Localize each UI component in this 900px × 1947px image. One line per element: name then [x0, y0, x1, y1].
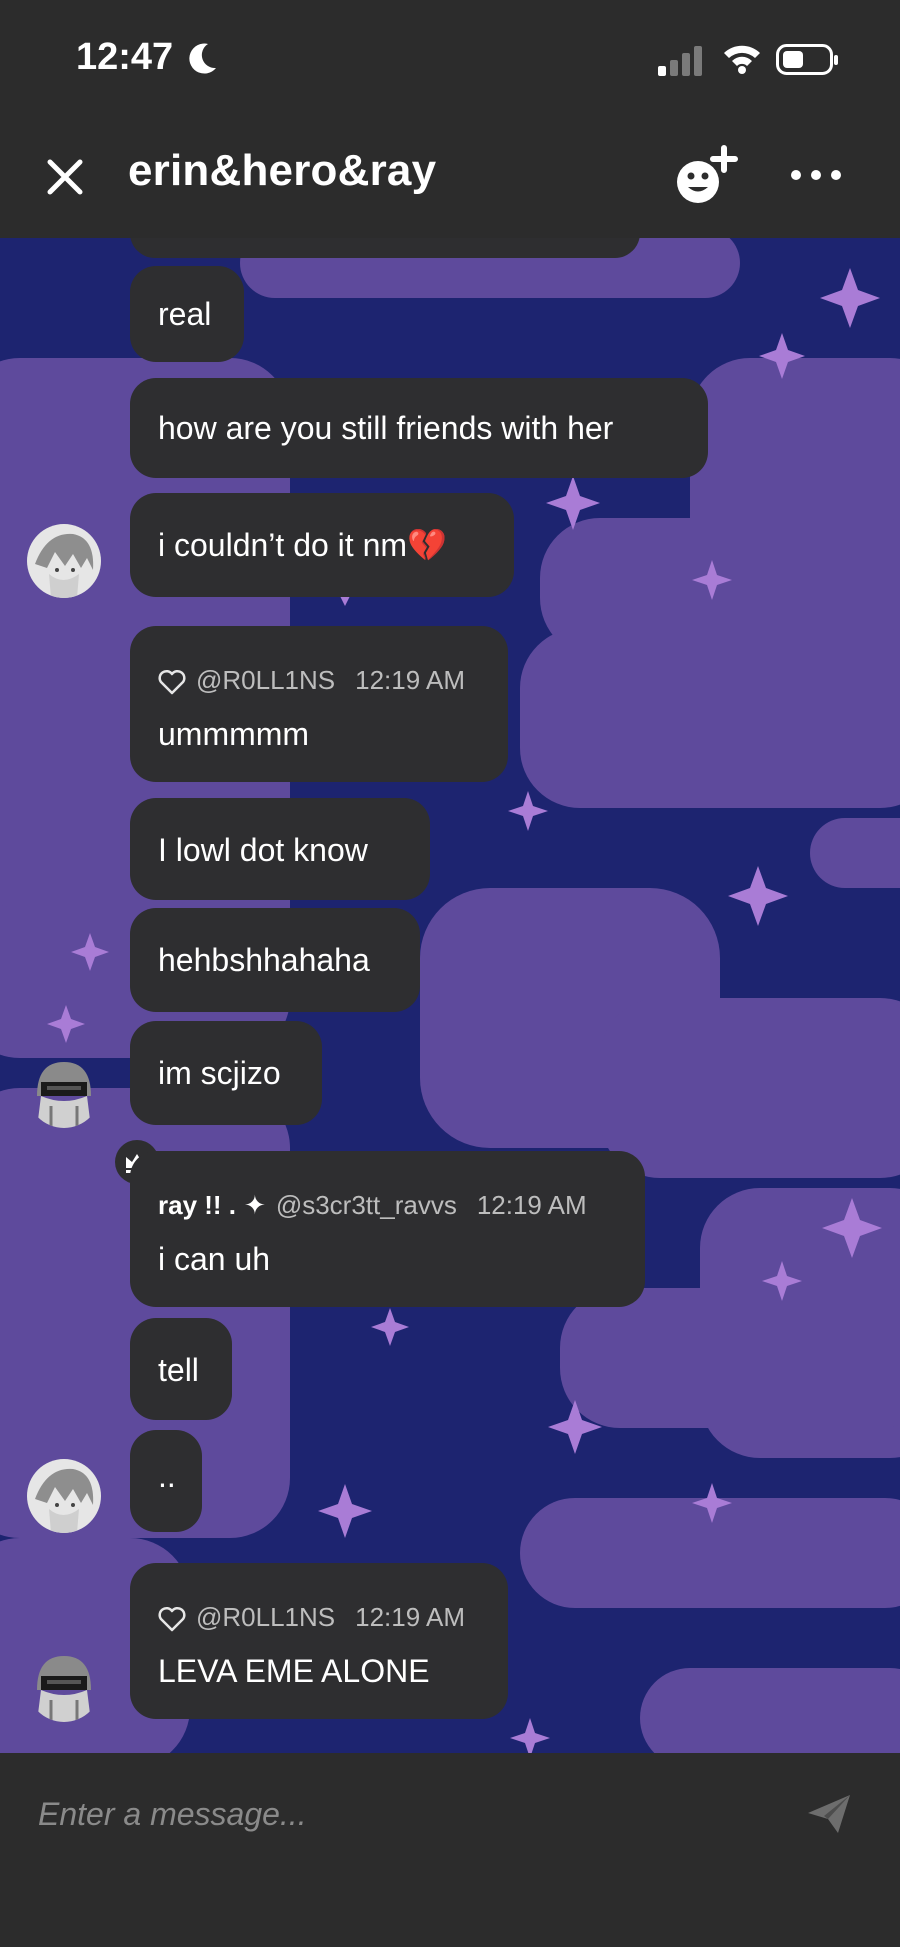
message-text: .. — [158, 1458, 176, 1494]
manga-avatar-icon — [27, 1459, 101, 1533]
avatar-manga-character[interactable] — [27, 524, 101, 598]
message-text: hehbshhahaha — [158, 942, 370, 978]
moon-icon — [189, 43, 216, 74]
message-text: LEVA EME ALONE — [158, 1653, 430, 1689]
message-text: im scjizo — [158, 1055, 281, 1091]
message-text: I lowl dot know — [158, 832, 368, 868]
more-options-icon[interactable] — [786, 160, 846, 190]
sparkle-badge-icon: ✦ — [244, 1190, 266, 1220]
message-bubble-partial — [130, 238, 640, 258]
reply-handle[interactable]: @R0LL1NS — [196, 1602, 335, 1632]
message-bubble[interactable]: I lowl dot know — [130, 798, 430, 900]
battery-icon — [776, 44, 838, 75]
message-text: tell — [158, 1352, 199, 1388]
send-icon[interactable] — [804, 1789, 854, 1839]
message-bubble[interactable]: real — [130, 266, 244, 362]
heart-icon — [158, 1607, 186, 1632]
message-text: i couldn’t do it nm💔 — [158, 527, 447, 563]
cellular-signal-icon — [658, 46, 702, 76]
sender-handle[interactable]: @s3cr3tt_ravvs — [276, 1190, 457, 1220]
status-bar: 12:47 — [0, 0, 900, 120]
manga-avatar-icon — [27, 524, 101, 598]
message-bubble-with-sender[interactable]: ray !! . ✦ @s3cr3tt_ravvs 12:19 AM i can uh — [130, 1151, 645, 1307]
message-input-bar — [0, 1753, 900, 1947]
message-time: 12:19 AM — [355, 665, 465, 695]
chat-header: erin&hero&ray — [0, 120, 900, 238]
hooded-avatar-icon — [37, 1656, 91, 1722]
message-time: 12:19 AM — [355, 1602, 465, 1632]
close-icon[interactable] — [40, 152, 90, 202]
wifi-icon — [724, 45, 760, 74]
avatar-manga-character[interactable] — [27, 1459, 101, 1533]
avatar-hooded-character[interactable] — [27, 1648, 101, 1722]
message-bubble[interactable]: im scjizo — [130, 1021, 322, 1125]
chat-area[interactable]: real how are you still friends with her … — [0, 238, 900, 1753]
message-bubble[interactable]: tell — [130, 1318, 232, 1420]
heart-icon — [158, 670, 186, 695]
message-input[interactable] — [36, 1783, 780, 1845]
message-bubble[interactable]: i couldn’t do it nm💔 — [130, 493, 514, 597]
reply-handle[interactable]: @R0LL1NS — [196, 665, 335, 695]
message-text: real — [158, 296, 212, 332]
message-text: how are you still friends with her — [158, 410, 614, 446]
hooded-avatar-icon — [37, 1062, 91, 1128]
reply-header: @R0LL1NS 12:19 AM — [158, 664, 465, 696]
message-bubble[interactable]: .. — [130, 1430, 202, 1532]
status-time: 12:47 — [76, 36, 174, 78]
message-text: ummmmm — [158, 716, 310, 752]
sender-name[interactable]: ray !! . — [158, 1190, 236, 1220]
message-time: 12:19 AM — [476, 1190, 587, 1220]
reply-message-bubble[interactable]: @R0LL1NS 12:19 AM LEVA EME ALONE — [130, 1563, 508, 1719]
message-text: i can uh — [158, 1241, 271, 1277]
avatar-hooded-character[interactable] — [27, 1054, 101, 1128]
add-member-icon[interactable] — [672, 142, 742, 212]
reply-header: @R0LL1NS 12:19 AM — [158, 1601, 465, 1633]
message-bubble[interactable]: how are you still friends with her — [130, 378, 708, 478]
chat-title: erin&hero&ray — [128, 146, 437, 195]
reply-message-bubble[interactable]: @R0LL1NS 12:19 AM ummmmm — [130, 626, 508, 782]
message-bubble[interactable]: hehbshhahaha — [130, 908, 420, 1012]
sender-header: ray !! . ✦ @s3cr3tt_ravvs 12:19 AM — [158, 1189, 587, 1221]
